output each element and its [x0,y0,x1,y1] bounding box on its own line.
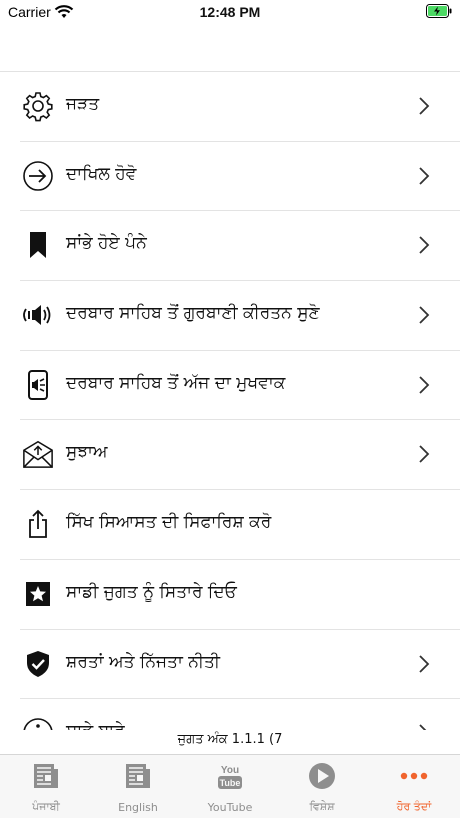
svg-text:You: You [221,765,239,776]
newspaper-icon [126,764,150,788]
more-dots-icon [400,772,428,780]
menu-item-rate-app[interactable]: ਸਾਡੀ ਜੁਗਤ ਨੂੰ ਸਿਤਾਰੇ ਦਿਓ [20,560,460,630]
menu-item-label: ਸਾਡੇ ਬਾਰੇ [66,721,125,730]
menu-item-label: ਦਾਖਿਲ ਹੋਵੋ [66,163,137,184]
shield-check-icon [22,648,54,680]
newspaper-icon [34,764,58,788]
menu-item-label: ਸੁਝਾਅ [66,442,108,463]
chevron-right-icon [419,306,430,324]
tab-label: ਹੋਰ ਤੰਦਾਂ [396,800,432,813]
tab-youtube[interactable]: You Tube YouTube [184,755,276,818]
gear-icon [22,90,54,122]
menu-item-label: ਸ਼ਰਤਾਂ ਅਤੇ ਨਿੱਜਤਾ ਨੀਤੀ [66,651,220,672]
menu-item-label: ਸਾਡੀ ਜੁਗਤ ਨੂੰ ਸਿਤਾਰੇ ਦਿਓ [66,581,237,602]
tab-special[interactable]: ਵਿਸ਼ੇਸ਼ [276,755,368,818]
battery-charging-icon [426,4,452,18]
tab-label: ਪੰਜਾਬੀ [32,800,60,813]
menu-item-hukamnama[interactable]: ਦਰਬਾਰ ਸਾਹਿਬ ਤੋਂ ਅੱਜ ਦਾ ਮੁਖਵਾਕ [20,351,460,421]
menu-item-recommend[interactable]: ਸਿੱਖ ਸਿਆਸਤ ਦੀ ਸਿਫਾਰਿਸ਼ ਕਰੋ [20,490,460,560]
tab-more[interactable]: ਹੋਰ ਤੰਦਾਂ [368,755,460,818]
bookmark-icon [22,229,54,261]
menu-item-login[interactable]: ਦਾਖਿਲ ਹੋਵੋ [20,142,460,212]
chevron-right-icon [419,376,430,394]
info-icon [22,717,54,730]
menu-item-label: ਸਿੱਖ ਸਿਆਸਤ ਦੀ ਸਿਫਾਰਿਸ਼ ਕਰੋ [66,512,272,533]
tab-bar: ਪੰਜਾਬੀ English You Tube YouTube ਵਿਸ਼ੇਸ਼ [0,754,460,818]
menu-item-terms-privacy[interactable]: ਸ਼ਰਤਾਂ ਅਤੇ ਨਿੱਜਤਾ ਨੀਤੀ [20,630,460,700]
status-bar: Carrier 12:48 PM [0,0,460,26]
chevron-right-icon [419,654,430,673]
menu-item-label: ਜੜਤ [66,94,100,114]
login-arrow-icon [22,160,54,192]
menu-item-label: ਦਰਬਾਰ ਸਾਹਿਬ ਤੋਂ ਗੁਰਬਾਣੀ ਕੀਰਤਨ ਸੁਣੋ [66,303,320,324]
chevron-right-icon [419,236,430,255]
star-icon [22,578,54,610]
menu-item-saved-pages[interactable]: ਸਾਂਭੇ ਹੋਏ ਪੰਨੇ [20,211,460,282]
tab-label: YouTube [207,801,253,814]
menu-item-settings[interactable]: ਜੜਤ [20,72,460,142]
phone-speaker-icon [22,369,54,401]
chevron-right-icon [419,445,430,464]
play-icon [309,763,335,789]
navigation-bar [0,26,460,72]
menu-item-about[interactable]: ਸਾਡੇ ਬਾਰੇ [20,699,460,730]
youtube-icon: You Tube [218,765,242,789]
tab-label: English [118,801,158,814]
chevron-right-icon [419,167,430,185]
carrier-label: Carrier [8,4,51,20]
chevron-right-icon [419,97,430,115]
wifi-icon [54,5,74,18]
tab-punjabi[interactable]: ਪੰਜਾਬੀ [0,755,92,818]
share-icon [22,508,54,540]
speaker-icon [22,299,54,331]
app-version-text: ਜੁਗਤ ਅੰਕ 1.1.1 (7 [177,732,283,747]
menu-list: ਜੜਤ ਦਾਖਿਲ ਹੋਵੋ ਸਾਂਭੇ ਹੋਏ ਪੰਨੇ ਦਰਬਾਰ ਸਾਹਿ… [0,72,460,730]
menu-item-live-kirtan[interactable]: ਦਰਬਾਰ ਸਾਹਿਬ ਤੋਂ ਗੁਰਬਾਣੀ ਕੀਰਤਨ ਸੁਣੋ [20,281,460,351]
menu-item-feedback[interactable]: ਸੁਝਾਅ [20,420,460,491]
mail-icon [22,438,54,470]
menu-item-label: ਸਾਂਭੇ ਹੋਏ ਪੰਨੇ [66,233,147,254]
tab-english[interactable]: English [92,755,184,818]
svg-text:Tube: Tube [220,778,241,788]
tab-label: ਵਿਸ਼ੇਸ਼ [309,800,335,813]
menu-item-label: ਦਰਬਾਰ ਸਾਹਿਬ ਤੋਂ ਅੱਜ ਦਾ ਮੁਖਵਾਕ [66,372,286,393]
chevron-right-icon [419,724,427,730]
